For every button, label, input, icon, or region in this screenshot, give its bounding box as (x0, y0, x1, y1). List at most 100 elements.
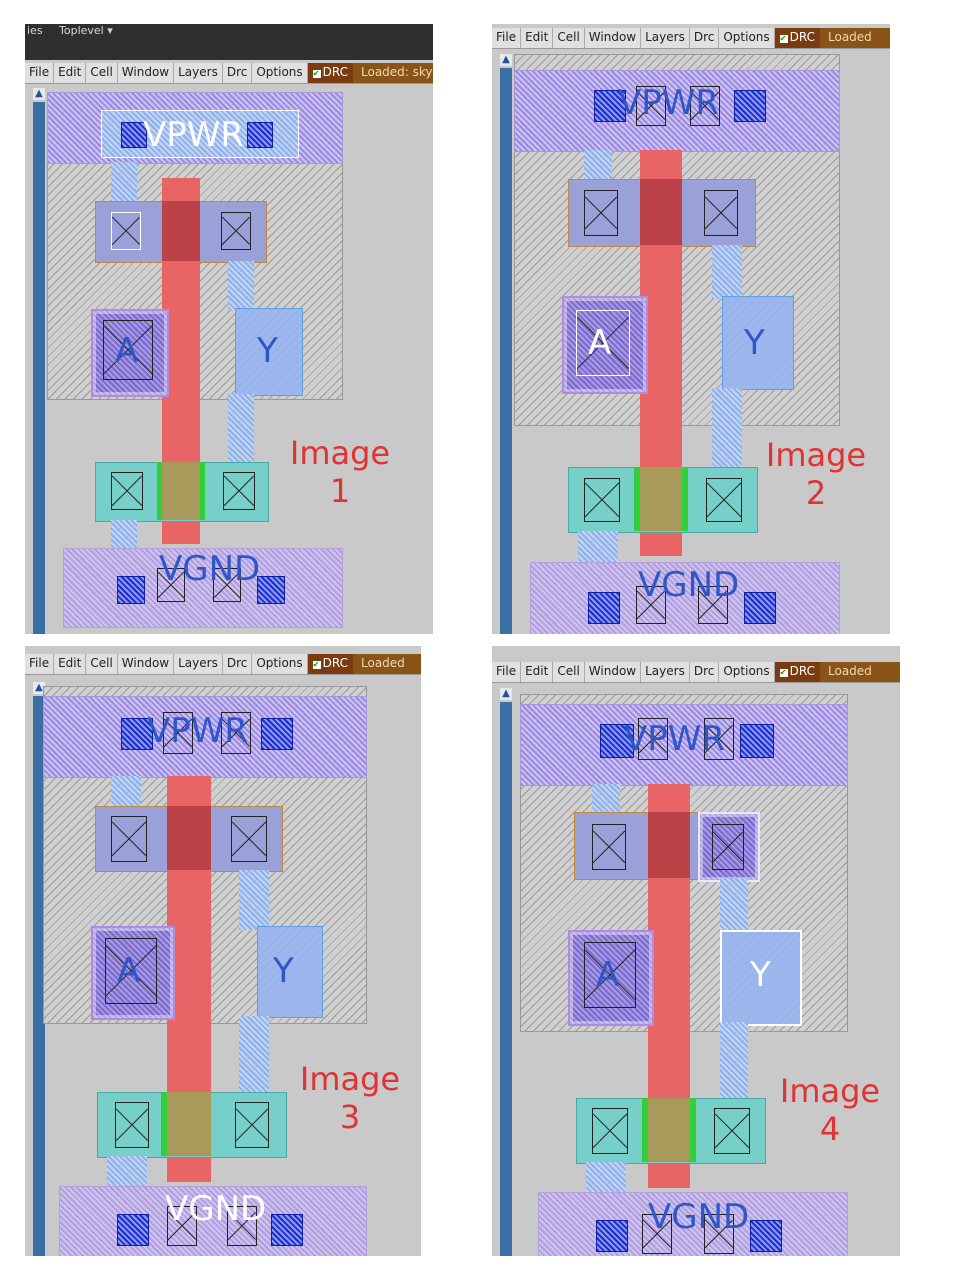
caption-number: 3 (339, 1098, 361, 1136)
menu-drc[interactable]: Drc (223, 63, 253, 83)
loaded-status: Loaded: sky130 (353, 63, 433, 83)
vpwr-label: VPWR (147, 711, 249, 751)
menu-options[interactable]: Options (252, 63, 308, 83)
contact (111, 212, 141, 250)
menu-window[interactable]: Window (118, 654, 175, 674)
via-square (257, 576, 285, 604)
contact (584, 478, 620, 522)
contact (111, 816, 147, 862)
desktop-top-bar: ies Toplevel ▾ (25, 24, 433, 60)
gate-edge (642, 1098, 648, 1162)
drc-toggle[interactable]: ✔ DRC (774, 662, 821, 682)
caption-word: Image (765, 436, 867, 474)
metal-strap (586, 1162, 626, 1194)
via-square (261, 718, 293, 750)
metal-strap (228, 261, 254, 309)
menu-edit[interactable]: Edit (521, 662, 554, 682)
via-square (271, 1214, 303, 1246)
menu-cell[interactable]: Cell (86, 63, 118, 83)
vertical-scrollbar[interactable]: ▲ (500, 54, 512, 634)
metal-strap (239, 870, 269, 930)
image-caption-4: Image 4 (770, 1072, 890, 1148)
menu-layers[interactable]: Layers (641, 28, 690, 48)
check-icon: ✔ (312, 660, 321, 669)
via-square (588, 592, 620, 624)
menu-window[interactable]: Window (585, 28, 642, 48)
caption-number: 4 (819, 1110, 841, 1148)
vertical-scrollbar[interactable]: ▲ (500, 688, 512, 1256)
contact (706, 478, 742, 522)
menu-layers[interactable]: Layers (641, 662, 690, 682)
gate-edge (634, 467, 640, 531)
metal-strap (111, 776, 141, 808)
gate-edge (200, 462, 205, 520)
pin-y-label: Y (744, 323, 765, 363)
menu-window[interactable]: Window (585, 662, 642, 682)
metal-strap (712, 245, 742, 299)
metal-strap (228, 394, 254, 464)
contact (111, 472, 143, 510)
menu-edit[interactable]: Edit (54, 63, 87, 83)
via-square (740, 724, 774, 758)
vpwr-label: VPWR (143, 115, 245, 155)
pin-a-label: A (596, 955, 620, 995)
menu-cell[interactable]: Cell (553, 662, 585, 682)
layout-panel-4: File Edit Cell Window Layers Drc Options… (492, 646, 900, 1256)
menu-layers[interactable]: Layers (174, 63, 223, 83)
via-square (750, 1220, 782, 1252)
via-square (247, 122, 273, 148)
vgnd-label: VGND (165, 1189, 267, 1229)
nmos-gate (162, 462, 200, 520)
menu-options[interactable]: Options (719, 662, 775, 682)
metal-strap (720, 878, 748, 932)
menu-cell[interactable]: Cell (553, 28, 585, 48)
image-caption-3: Image 3 (290, 1060, 410, 1136)
image-caption-1: Image 1 (280, 434, 400, 510)
drc-label: DRC (322, 65, 349, 79)
nmos-gate (640, 467, 682, 531)
metal-strap (239, 1016, 269, 1094)
menu-window[interactable]: Window (118, 63, 175, 83)
menu-edit[interactable]: Edit (54, 654, 87, 674)
caption-word: Image (289, 434, 391, 472)
menu-file[interactable]: File (492, 662, 522, 682)
menu-file[interactable]: File (25, 63, 55, 83)
contact (592, 824, 626, 870)
drc-toggle[interactable]: ✔ DRC (307, 63, 354, 83)
drc-toggle[interactable]: ✔ DRC (307, 654, 354, 674)
scroll-up-icon[interactable]: ▲ (500, 688, 512, 700)
vertical-scrollbar[interactable]: ▲ (33, 88, 45, 634)
menu-drc[interactable]: Drc (690, 662, 720, 682)
menu-options[interactable]: Options (252, 654, 308, 674)
gate-edge (690, 1098, 696, 1162)
scroll-up-icon[interactable]: ▲ (500, 54, 512, 66)
contact (235, 1102, 269, 1148)
toplevel-menu[interactable]: Toplevel ▾ (59, 24, 113, 37)
drc-label: DRC (789, 30, 816, 44)
metal-strap (578, 531, 618, 565)
via-square (734, 90, 766, 122)
drc-toggle[interactable]: ✔ DRC (774, 28, 821, 48)
menu-options[interactable]: Options (719, 28, 775, 48)
pin-y-label: Y (257, 331, 278, 371)
gate-edge (161, 1092, 167, 1156)
menu-layers[interactable]: Layers (174, 654, 223, 674)
menu-cell[interactable]: Cell (86, 654, 118, 674)
contact (704, 190, 738, 236)
pmos-gate (640, 179, 682, 245)
vgnd-label: VGND (638, 565, 740, 605)
nmos-gate (167, 1092, 211, 1156)
menu-drc[interactable]: Drc (690, 28, 720, 48)
menu-bar: File Edit Cell Window Layers Drc Options… (25, 63, 433, 84)
drc-label: DRC (789, 664, 816, 678)
menu-file[interactable]: File (492, 28, 522, 48)
metal-strap (107, 1156, 147, 1190)
metal-strap (584, 150, 612, 180)
contact (115, 1102, 149, 1148)
menu-edit[interactable]: Edit (521, 28, 554, 48)
scroll-up-icon[interactable]: ▲ (33, 88, 45, 100)
layout-panel-1: ies Toplevel ▾ File Edit Cell Window Lay… (25, 24, 433, 634)
contact (592, 1108, 628, 1154)
menu-drc[interactable]: Drc (223, 654, 253, 674)
menu-file[interactable]: File (25, 654, 55, 674)
